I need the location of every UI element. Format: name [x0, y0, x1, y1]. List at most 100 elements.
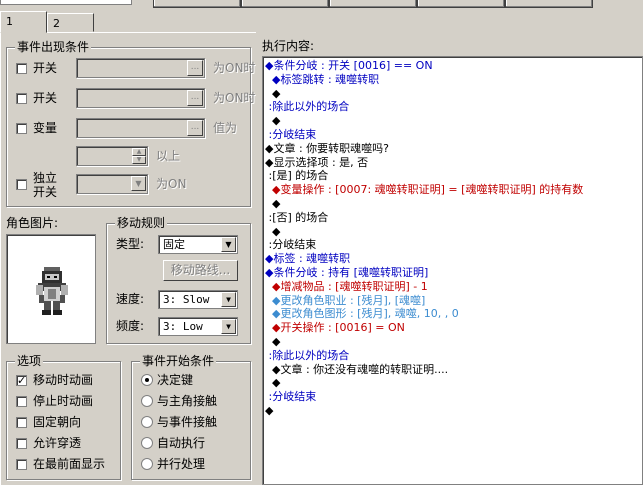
tab-label: 1	[6, 15, 13, 28]
tab-page-2[interactable]: 2	[47, 13, 94, 32]
self-switch-select[interactable]: ▼	[76, 174, 148, 194]
trigger-autorun-radio[interactable]	[141, 437, 153, 449]
chevron-down-icon[interactable]: ▼	[221, 319, 236, 334]
movement-type-select[interactable]: 固定 ▼	[158, 235, 238, 254]
command-line[interactable]: :除此以外的场合	[265, 100, 350, 114]
command-indent	[265, 335, 272, 348]
command-text: ◆增减物品 : [魂噬转职证明] - 1	[272, 279, 428, 293]
command-line[interactable]: ◆增减物品 : [魂噬转职证明] - 1	[265, 280, 428, 294]
trigger-event-touch-radio[interactable]	[141, 416, 153, 428]
variable-label: 变量	[33, 121, 58, 135]
move-route-button[interactable]: 移动路线...	[163, 260, 238, 281]
command-text: :[否] 的场合	[268, 210, 329, 224]
chevron-down-icon[interactable]: ▼	[131, 176, 146, 191]
trigger-event-touch-label: 与事件接触	[157, 415, 218, 429]
command-line[interactable]: :分岐结束	[265, 238, 317, 252]
graphic-title: 角色图片:	[6, 216, 59, 230]
variable-value-spinner[interactable]: ▲ ▼	[76, 146, 148, 166]
command-indent	[265, 114, 272, 127]
command-text: :除此以外的场合	[268, 348, 350, 362]
command-line[interactable]: :分岐结束	[265, 390, 317, 404]
movement-speed-value: 3: Slow	[163, 293, 210, 306]
toolbar-button-1[interactable]	[153, 0, 241, 8]
command-line[interactable]: :分岐结束	[265, 128, 317, 142]
trigger-autorun-label: 自动执行	[157, 436, 206, 450]
command-line[interactable]: :[否] 的场合	[265, 210, 329, 225]
option-always-on-top-checkbox[interactable]	[16, 459, 27, 470]
command-line[interactable]: ◆	[265, 225, 280, 239]
switch2-field[interactable]: ...	[76, 88, 205, 108]
command-text: ◆文章 : 你要转职魂噬吗?	[265, 141, 389, 155]
option-walk-anim-checkbox[interactable]: ✓	[16, 375, 27, 386]
command-line[interactable]: :除此以外的场合	[265, 348, 350, 363]
options-title: 选项	[15, 354, 44, 368]
knight-sprite-icon	[36, 267, 68, 315]
trigger-parallel-label: 并行处理	[157, 457, 206, 471]
command-text: ◆标签跳转 : 魂噬转职	[272, 72, 380, 86]
switch1-field[interactable]: ...	[76, 58, 205, 78]
command-line[interactable]: ◆开关操作 : [0016] = ON	[265, 321, 405, 335]
toolbar-button-3[interactable]	[329, 0, 417, 8]
option-through-checkbox[interactable]	[16, 438, 27, 449]
spin-up-icon[interactable]: ▲	[132, 148, 146, 156]
switch2-checkbox[interactable]	[16, 93, 27, 104]
option-step-anim-label: 停止时动画	[33, 394, 94, 408]
command-indent	[265, 87, 272, 100]
command-line[interactable]: ◆	[265, 114, 280, 128]
contents-title: 执行内容:	[262, 39, 315, 53]
movement-title: 移动规则	[115, 216, 168, 230]
command-line[interactable]: ◆	[265, 335, 280, 349]
trigger-parallel-radio[interactable]	[141, 458, 153, 470]
command-text: ◆更改角色职业 : [残月], [魂噬]	[272, 293, 426, 307]
command-line[interactable]: ◆条件分岐 : 开关 [0016] == ON	[265, 59, 433, 73]
command-line[interactable]: ◆标签 : 魂噬转职	[265, 252, 350, 266]
command-line[interactable]: ◆显示选择项 : 是, 否	[265, 156, 368, 170]
event-commands-list[interactable]: ◆条件分岐 : 开关 [0016] == ON ◆标签跳转 : 魂噬转职 ◆ :…	[262, 56, 643, 485]
command-line[interactable]: ◆更改角色职业 : [残月], [魂噬]	[265, 294, 425, 308]
movement-speed-select[interactable]: 3: Slow ▼	[158, 290, 238, 309]
self-switch-checkbox[interactable]	[16, 179, 27, 190]
command-line[interactable]: ◆变量操作 : [0007: 魂噬转职证明] = [魂噬转职证明] 的持有数	[265, 183, 583, 197]
toolbar-button-2[interactable]	[241, 0, 329, 8]
command-line[interactable]: ◆	[265, 197, 280, 211]
spin-down-icon[interactable]: ▼	[132, 156, 146, 164]
command-line[interactable]: ◆	[265, 87, 280, 101]
movement-freq-select[interactable]: 3: Low ▼	[158, 317, 238, 336]
toolbar-button-4[interactable]	[417, 0, 505, 8]
graphic-preview[interactable]	[6, 234, 96, 344]
option-step-anim-checkbox[interactable]	[16, 396, 27, 407]
switch2-browse-button[interactable]: ...	[187, 90, 203, 106]
option-direction-fix-checkbox[interactable]	[16, 417, 27, 428]
movement-type-value: 固定	[163, 238, 185, 251]
trigger-player-touch-label: 与主角接触	[157, 394, 218, 408]
variable-checkbox[interactable]	[16, 123, 27, 134]
switch1-label: 开关	[33, 61, 58, 75]
command-line[interactable]: ◆条件分岐 : 持有 [魂噬转职证明]	[265, 266, 428, 280]
command-line[interactable]: ◆	[265, 404, 273, 418]
event-name-input[interactable]	[0, 0, 132, 5]
command-indent	[265, 376, 272, 389]
switch1-browse-button[interactable]: ...	[187, 60, 203, 76]
chevron-down-icon[interactable]: ▼	[221, 237, 236, 252]
command-text: ◆	[272, 197, 281, 210]
command-text: ◆条件分岐 : 持有 [魂噬转职证明]	[265, 266, 429, 279]
command-line[interactable]: ◆文章 : 你还没有魂噬的转职证明....	[265, 363, 448, 377]
tab-page-1[interactable]: 1	[0, 11, 47, 33]
command-line[interactable]: ◆	[265, 376, 280, 390]
command-line[interactable]: ◆文章 : 你要转职魂噬吗?	[265, 142, 389, 156]
command-text: ◆	[272, 114, 281, 128]
variable-field[interactable]: ...	[76, 118, 205, 138]
switch1-checkbox[interactable]	[16, 63, 27, 74]
command-line[interactable]: ◆更改角色图形 : [残月], 魂噬, 10, , 0	[265, 307, 459, 321]
toolbar-button-5[interactable]	[505, 0, 593, 8]
trigger-player-touch-radio[interactable]	[141, 395, 153, 407]
command-text: ◆	[265, 404, 274, 417]
trigger-action-radio[interactable]	[141, 374, 153, 386]
variable-browse-button[interactable]: ...	[187, 120, 203, 136]
command-line[interactable]: :[是] 的场合	[265, 169, 329, 183]
command-line[interactable]: ◆标签跳转 : 魂噬转职	[265, 73, 379, 87]
command-text: :除此以外的场合	[268, 100, 350, 114]
command-text: ◆	[272, 376, 281, 390]
chevron-down-icon[interactable]: ▼	[221, 292, 236, 307]
option-always-on-top-label: 在最前面显示	[33, 457, 106, 471]
